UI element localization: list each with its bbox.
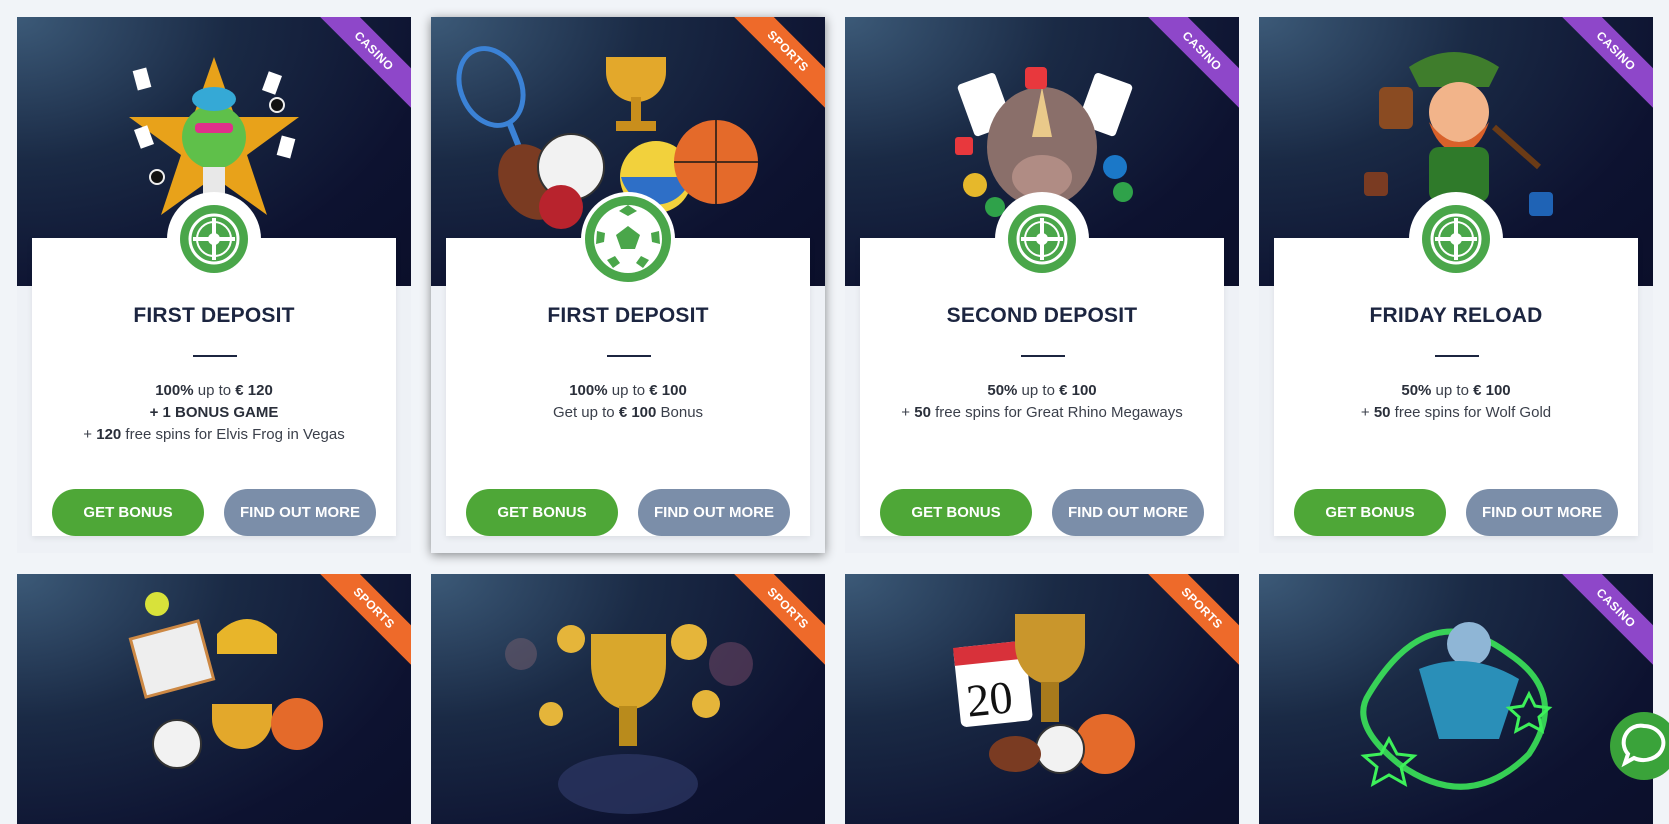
find-out-more-button[interactable]: FIND OUT MORE	[638, 489, 790, 536]
find-out-more-button[interactable]: FIND OUT MORE	[224, 489, 376, 536]
promo-title: SECOND DEPOSIT	[946, 304, 1138, 327]
badge-circle	[995, 192, 1089, 286]
promo-banner: 20 SPORTS	[845, 574, 1239, 824]
get-bonus-button[interactable]: GET BONUS	[52, 489, 204, 536]
promo-title: FIRST DEPOSIT	[547, 304, 709, 327]
title-divider	[607, 355, 651, 357]
promo-banner: SPORTS	[17, 574, 411, 824]
promo-card: CASINO FRIDAY RELOAD 50% up to € 100 + 5…	[1259, 17, 1653, 553]
roulette-icon	[188, 213, 240, 265]
promo-card: 20 SPORTS	[845, 574, 1239, 824]
get-bonus-button[interactable]: GET BONUS	[880, 489, 1032, 536]
roulette-icon	[1430, 213, 1482, 265]
neon-wizard-illustration	[1360, 622, 1553, 790]
title-divider	[193, 355, 237, 357]
promo-banner: SPORTS	[431, 574, 825, 824]
promotions-grid: CASINO FIRST DEPOSIT 100% up to € 120 + …	[0, 0, 1669, 824]
promo-description: 50% up to € 100 + 50 free spins for Grea…	[901, 382, 1183, 421]
promo-banner: CASINO	[1259, 574, 1653, 824]
title-divider	[1435, 355, 1479, 357]
promo-card: SPORTS FIRST DEPOSIT 100% up to € 100 Ge…	[431, 17, 825, 553]
badge-circle	[581, 192, 675, 286]
get-bonus-button[interactable]: GET BONUS	[466, 489, 618, 536]
calendar-trophy-illustration: 20	[953, 614, 1135, 774]
promo-card: CASINO FIRST DEPOSIT 100% up to € 120 + …	[17, 17, 411, 553]
roulette-icon	[1016, 213, 1068, 265]
badge-circle	[1409, 192, 1503, 286]
find-out-more-button[interactable]: FIND OUT MORE	[1466, 489, 1618, 536]
promo-description: 50% up to € 100 + 50 free spins for Wolf…	[1360, 382, 1552, 421]
promo-card: CASINO SECOND DEPOSIT 50% up to € 100 + …	[845, 17, 1239, 553]
promo-description: 100% up to € 120 + 1 BONUS GAME + 120 fr…	[83, 382, 345, 443]
get-bonus-button[interactable]: GET BONUS	[1294, 489, 1446, 536]
chat-icon	[1621, 723, 1666, 768]
promo-card: SPORTS	[431, 574, 825, 824]
title-divider	[1021, 355, 1065, 357]
promo-card: CASINO	[1259, 574, 1653, 824]
promo-title: FRIDAY RELOAD	[1369, 304, 1543, 327]
promo-card: SPORTS	[17, 574, 411, 824]
soccer-ball-icon	[594, 205, 662, 273]
live-chat-button[interactable]	[1610, 712, 1669, 780]
badge-circle	[167, 192, 261, 286]
promo-description: 100% up to € 100 Get up to € 100 Bonus	[552, 382, 704, 421]
promo-title: FIRST DEPOSIT	[133, 304, 295, 327]
trophy-coins-illustration	[505, 624, 753, 814]
calendar-day-label: 20	[964, 671, 1015, 727]
find-out-more-button[interactable]: FIND OUT MORE	[1052, 489, 1204, 536]
sports-equipment-illustration	[128, 592, 323, 769]
